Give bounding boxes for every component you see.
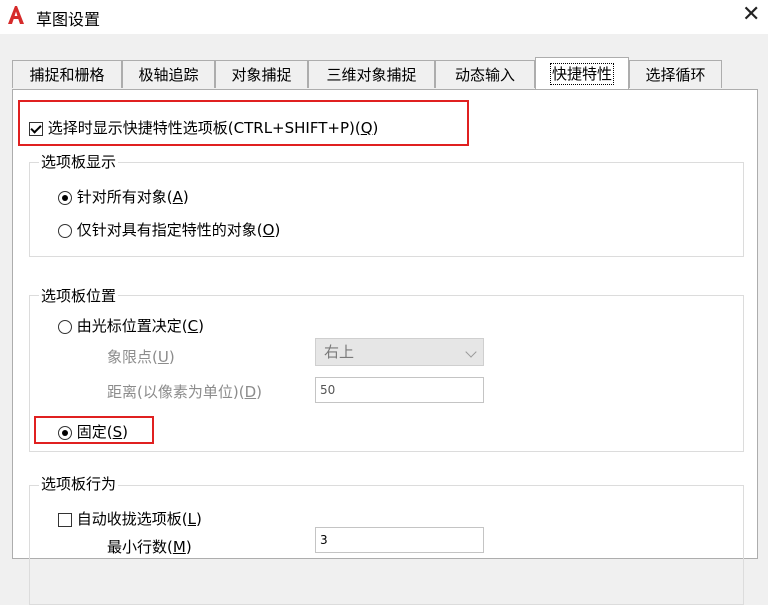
- tab-quick-properties[interactable]: 快捷特性: [535, 57, 629, 89]
- min-rows-label: 最小行数(M): [107, 538, 192, 556]
- palette-location-label: 选项板位置: [39, 285, 119, 306]
- auto-collapse-option[interactable]: 自动收拢选项板(L): [58, 508, 202, 529]
- tab-selection-cycling[interactable]: 选择循环: [629, 60, 722, 88]
- tab-object-snap[interactable]: 对象捕捉: [215, 60, 308, 88]
- palette-display-label: 选项板显示: [39, 151, 119, 172]
- quadrant-select[interactable]: 右上: [315, 338, 484, 366]
- static-radio[interactable]: [58, 425, 72, 440]
- close-icon[interactable]: ✕: [742, 2, 760, 28]
- radio-cursor-dependent[interactable]: 由光标位置决定(C): [58, 315, 204, 336]
- all-objects-radio[interactable]: [58, 190, 72, 205]
- tab-panel: 选择时显示快捷特性选项板(CTRL+SHIFT+P)(Q) 选项板显示 针对所有…: [12, 89, 758, 605]
- radio-static[interactable]: 固定(S): [58, 421, 128, 442]
- autocad-a-icon: [8, 6, 24, 24]
- window-title: 草图设置: [36, 10, 101, 29]
- quadrant-label: 象限点(U): [107, 348, 175, 366]
- cursor-dependent-radio[interactable]: [58, 319, 72, 334]
- specific-objects-radio[interactable]: [58, 223, 72, 238]
- distance-input[interactable]: 50: [315, 377, 484, 403]
- chevron-down-icon: [465, 346, 477, 358]
- radio-specific-objects[interactable]: 仅针对具有指定特性的对象(O): [58, 219, 280, 240]
- auto-collapse-checkbox[interactable]: [58, 512, 72, 527]
- show-palette-checkbox[interactable]: [29, 121, 43, 136]
- radio-all-objects[interactable]: 针对所有对象(A): [58, 186, 189, 207]
- palette-behavior-label: 选项板行为: [39, 473, 119, 494]
- palette-display-group: [29, 162, 744, 257]
- tab-snap-grid[interactable]: 捕捉和栅格: [12, 60, 122, 88]
- title-bar: 草图设置 ✕: [0, 0, 768, 34]
- tab-polar-tracking[interactable]: 极轴追踪: [122, 60, 215, 88]
- show-palette-option[interactable]: 选择时显示快捷特性选项板(CTRL+SHIFT+P)(Q): [29, 117, 378, 138]
- min-rows-input[interactable]: 3: [315, 527, 484, 553]
- tab-3d-object-snap[interactable]: 三维对象捕捉: [308, 60, 435, 88]
- tab-dynamic-input[interactable]: 动态输入: [435, 60, 535, 88]
- distance-label: 距离(以像素为单位)(D): [107, 383, 262, 401]
